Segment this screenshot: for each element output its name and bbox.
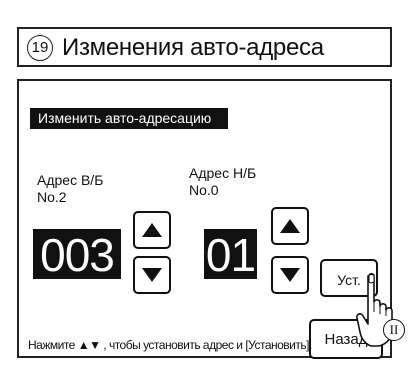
title-bar: 19 Изменения авто-адреса [17,27,392,67]
triangle-down-icon [142,268,162,282]
indoor-down-button[interactable] [133,256,171,294]
outdoor-down-button[interactable] [271,256,309,294]
indoor-up-button[interactable] [133,211,171,249]
outdoor-address-label: Адрес Н/Б [189,165,257,181]
outdoor-unit-number: No.0 [189,182,219,198]
outdoor-address-value: 01 [204,229,257,279]
indoor-unit-number: No.2 [37,189,67,205]
indoor-address-value: 003 [33,229,121,279]
triangle-up-icon [280,219,300,233]
hand-badge: II [383,319,405,341]
indoor-address-label: Адрес В/Б [37,172,104,188]
step-number-badge: 19 [27,35,53,61]
instruction-text: Нажмите ▲▼ , чтобы установить адрес и [У… [28,338,312,352]
triangle-down-icon [280,268,300,282]
outdoor-up-button[interactable] [271,207,309,245]
section-header-label: Изменить авто-адресацию [38,110,212,126]
page-title: Изменения авто-адреса [62,34,324,61]
triangle-up-icon [142,223,162,237]
